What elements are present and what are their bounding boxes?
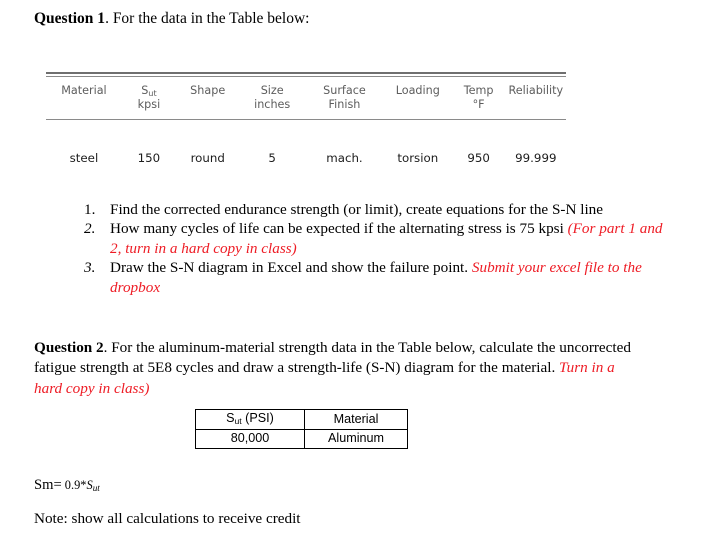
cell-temp: 950 xyxy=(467,150,490,165)
col-header-loading-line1: Loading xyxy=(395,83,440,97)
col-header-material-line1: Material xyxy=(61,83,107,97)
cell-shape: round xyxy=(190,150,225,165)
document-page: Question 1. For the data in the Table be… xyxy=(0,0,701,553)
col-header-size-line2: inches xyxy=(254,97,291,111)
col-header-shape: Shape xyxy=(176,77,239,119)
col-header-size: Size inches xyxy=(239,77,305,119)
cell-reliability: 99.999 xyxy=(515,150,557,165)
sm-formula-symbol: S xyxy=(86,478,93,492)
col-header-size-line1: Size xyxy=(260,83,284,97)
col-header-sut-psi-main: S xyxy=(226,411,235,425)
question-1-label: Question 1 xyxy=(34,10,106,27)
list-item-marker-1: 1. xyxy=(84,201,96,218)
col-header-shape-line1: Shape xyxy=(190,83,226,97)
list-item: 3. Draw the S-N diagram in Excel and sho… xyxy=(84,258,664,297)
sm-formula-symbol-subscript: ut xyxy=(92,483,100,493)
table-row: steel 150 round 5 mach. torsion 950 99.9… xyxy=(46,120,566,166)
question-2-paragraph: Question 2. For the aluminum-material st… xyxy=(34,338,634,399)
col-header-surface-line1: Surface xyxy=(323,83,366,97)
list-item-text-3: Draw the S-N diagram in Excel and show t… xyxy=(110,259,472,277)
sm-formula-value: 0.9* xyxy=(61,478,87,492)
table-header-row: Sut (PSI) Material xyxy=(195,409,408,430)
col-header-temp-line2: °F xyxy=(472,97,485,111)
cell-loading: torsion xyxy=(397,150,439,165)
list-item: 2. How many cycles of life can be expect… xyxy=(84,219,664,258)
cell-sut: 150 xyxy=(137,150,161,165)
cell-material: steel xyxy=(69,150,99,165)
col-header-sut: Sut kpsi xyxy=(122,77,176,119)
col-header-surface-line2: Finish xyxy=(328,97,361,111)
col-header-reliability-line1: Reliability xyxy=(508,83,564,97)
note-line: Note: show all calculations to receive c… xyxy=(34,510,301,527)
material-data-table: Material Sut kpsi Shape Size inches Surf… xyxy=(46,72,566,166)
material-data-row-table: steel 150 round 5 mach. torsion 950 99.9… xyxy=(46,120,566,166)
material-data-table-body: steel 150 round 5 mach. torsion 950 99.9… xyxy=(46,120,566,166)
sm-formula-lead: Sm= xyxy=(34,477,62,493)
list-item: 1. Find the corrected endurance strength… xyxy=(84,200,664,219)
question-1-heading: Question 1. For the data in the Table be… xyxy=(34,9,309,28)
aluminum-strength-table: Sut (PSI) Material 80,000 Aluminum xyxy=(195,409,408,449)
table-row: 80,000 Aluminum xyxy=(195,429,408,449)
list-item-marker-2: 2. xyxy=(84,220,96,238)
col-header-surface-finish: Surface Finish xyxy=(305,77,384,119)
cell-material-value: Aluminum xyxy=(304,429,408,449)
cell-size: 5 xyxy=(268,150,276,165)
col-header-material: Material xyxy=(46,77,122,119)
col-header-material-2: Material xyxy=(304,409,408,430)
cell-surface-finish: mach. xyxy=(326,150,363,165)
cell-sut-psi-value: 80,000 xyxy=(195,429,305,449)
list-item-marker-3: 3. xyxy=(84,259,96,277)
list-item-text-1: Find the corrected endurance strength (o… xyxy=(110,201,603,218)
col-header-sut-line2: kpsi xyxy=(137,97,161,111)
sm-formula-line: Sm= 0.9*Sut xyxy=(34,476,100,495)
col-header-temp: Temp °F xyxy=(452,77,506,119)
col-header-loading: Loading xyxy=(384,77,452,119)
question-1-heading-rest: . For the data in the Table below: xyxy=(105,10,310,27)
col-header-sut-psi: Sut (PSI) xyxy=(195,409,305,430)
col-header-sut-psi-subscript: ut xyxy=(234,416,242,426)
col-header-reliability: Reliability xyxy=(506,77,566,119)
col-header-temp-line1: Temp xyxy=(463,83,494,97)
question-2-label: Question 2 xyxy=(34,339,104,356)
col-header-sut-subscript: ut xyxy=(148,88,157,98)
table-header-row: Material Sut kpsi Shape Size inches Surf… xyxy=(46,77,566,119)
question-1-task-list: 1. Find the corrected endurance strength… xyxy=(84,200,664,297)
col-header-sut-psi-tail: (PSI) xyxy=(241,411,274,425)
material-data-table-header: Material Sut kpsi Shape Size inches Surf… xyxy=(46,77,566,119)
list-item-text-2: How many cycles of life can be expected … xyxy=(110,220,568,238)
question-2-text: . For the aluminum-material strength dat… xyxy=(34,339,631,377)
